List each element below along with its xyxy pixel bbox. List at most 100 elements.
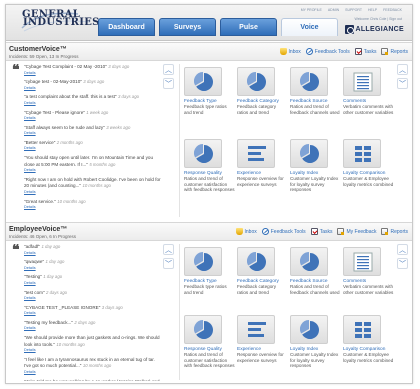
link-feedback[interactable]: FEEDBACK [383,8,402,12]
details-link[interactable]: Details [24,190,162,196]
details-link[interactable]: Details [24,71,162,77]
comment-age: 3 days ago [108,64,130,69]
list-icon [353,252,373,272]
tiles-scroll-down-button[interactable]: ﹀ [397,78,408,89]
tile-icon-box[interactable] [343,67,381,96]
tab-pulse[interactable]: Pulse [220,18,277,36]
details-link[interactable]: Details [24,348,162,354]
panel-actions: Inbox Feedback Tools Tasks Reports [279,48,408,55]
tab-surveys[interactable]: Surveys [159,18,216,36]
tile-icon-box[interactable] [343,247,381,276]
tile-icon-box[interactable] [184,247,222,276]
link-help[interactable]: HELP [368,8,377,12]
inbox-button[interactable]: Inbox [235,228,257,235]
tile-icon-box[interactable] [184,67,222,96]
report-tile[interactable]: Feedback Type Feedback type ratios and tr… [184,247,235,305]
link-my-profile[interactable]: MY PROFILE [301,8,322,12]
details-link[interactable]: Details [24,168,162,174]
tasks-button[interactable]: Tasks [310,228,332,235]
details-link[interactable]: Details [24,101,162,107]
details-link[interactable]: Details [24,116,162,122]
report-tile[interactable]: Comments Verbatim comments with other cus… [343,247,394,305]
feedback-tools-button[interactable]: Feedback Tools [261,228,306,235]
feedback-tools-button[interactable]: Feedback Tools [305,48,350,55]
report-tile[interactable]: Response Quality Ratios and trend of cust… [184,139,235,201]
tiles-scroll-up-button[interactable]: ︿ [397,64,408,75]
tile-description: Ratios and trend of feedback channels us… [290,104,340,115]
comment-age: 5 months ago [89,161,116,167]
tile-icon-box[interactable] [237,139,275,168]
tile-icon-box[interactable] [343,315,381,344]
details-link[interactable]: Details [24,266,162,272]
report-tile[interactable]: Feedback Source Ratios and trend of feedb… [290,247,341,305]
details-link[interactable]: Details [24,311,162,317]
comment-item: "CYBAGE TEST _PLEASE IGNORE" 3 days ago D… [24,305,162,317]
report-tile[interactable]: Feedback Category Feedback category ratio… [237,67,288,129]
tile-icon-box[interactable] [290,67,328,96]
tile-icon-box[interactable] [184,139,222,168]
tile-icon-box[interactable] [237,247,275,276]
details-link[interactable]: Details [24,370,162,376]
tile-icon-box[interactable] [237,67,275,96]
tasks-icon [354,48,362,55]
tasks-button[interactable]: Tasks [354,48,376,55]
list-icon [353,72,373,92]
details-link[interactable]: Details [24,251,162,257]
comment-list: "adfadf" 1 day ago Details "qwaqwe" 1 day … [24,244,162,381]
tile-description: Verbatim comments with other customer va… [343,284,394,295]
my-feedback-button[interactable]: My Feedback [337,228,376,235]
comment-age: 3 days ago [101,304,123,310]
link-support[interactable]: SUPPORT [345,8,362,12]
report-tile[interactable]: Feedback Category Feedback category ratio… [237,247,288,305]
report-tile[interactable]: Loyalty Index Customer Loyalty Index for … [290,139,341,201]
reports-button[interactable]: Reports [381,48,408,55]
tile-description: Customer Loyalty Index for loyalty surve… [290,352,339,368]
tile-icon-box[interactable] [290,315,328,344]
comment-text: "cybage test - 02-May-2010" [24,79,82,85]
scroll-up-button[interactable]: ︿ [163,64,174,75]
tile-icon-box[interactable] [237,315,275,344]
tile-description: Ratios and trend of customer satisfactio… [184,352,235,368]
report-tile[interactable]: Loyalty Comparison Customer & Employee lo… [343,315,394,373]
tab-dashboard[interactable]: Dashboard [98,18,155,36]
scroll-down-button[interactable]: ﹀ [163,78,174,89]
details-link[interactable]: Details [24,281,162,287]
down-arrow-icon: ﹀ [399,80,406,88]
panel-title: EmployeeVoice™ [9,226,68,233]
details-link[interactable]: Details [24,86,162,92]
my-feedback-icon [337,228,345,235]
tiles-scroll-down-button[interactable]: ﹀ [397,258,408,269]
comment-text: "Cybage Test - Please ignore" [24,109,85,115]
pie-chart-icon [194,72,213,91]
details-link[interactable]: Details [24,146,162,152]
tile-description: Ratios and trend of feedback channels us… [290,284,340,295]
report-tile[interactable]: Loyalty Index Customer Loyalty Index for … [290,315,341,373]
pie-chart-icon [247,72,266,91]
details-link[interactable]: Details [24,296,162,302]
report-tile[interactable]: Feedback Type Feedback type ratios and tr… [184,67,235,129]
report-tile[interactable]: Experience Response overview for experien… [237,139,288,201]
report-tile[interactable]: Feedback Source Ratios and trend of feedb… [290,67,341,129]
report-tile[interactable]: Loyalty Comparison Customer & Employee lo… [343,139,394,201]
tile-icon-box[interactable] [290,247,328,276]
comment-age: 1 day ago [43,274,63,280]
company-logo[interactable]: GENERAL INDUSTRIES [22,10,100,28]
report-tile[interactable]: Comments Verbatim comments with other cus… [343,67,394,129]
report-tile[interactable]: Experience Response overview for experien… [237,315,288,373]
tile-icon-box[interactable] [343,139,381,168]
scroll-down-button[interactable]: ﹀ [163,258,174,269]
up-arrow-icon: ︿ [399,246,406,254]
inbox-button[interactable]: Inbox [279,48,301,55]
tile-icon-box[interactable] [184,315,222,344]
tile-icon-box[interactable] [290,139,328,168]
tab-voice[interactable]: Voice [281,18,338,36]
reports-button[interactable]: Reports [381,228,408,235]
details-link[interactable]: Details [24,131,162,137]
link-admin[interactable]: ADMIN [328,8,339,12]
report-tile[interactable]: Response Quality Ratios and trend of cust… [184,315,235,373]
details-link[interactable]: Details [24,326,162,332]
details-link[interactable]: Details [24,205,162,211]
tiles-scroll-up-button[interactable]: ︿ [397,244,408,255]
tile-description: Response overview for experience surveys [237,176,284,187]
scroll-up-button[interactable]: ︿ [163,244,174,255]
